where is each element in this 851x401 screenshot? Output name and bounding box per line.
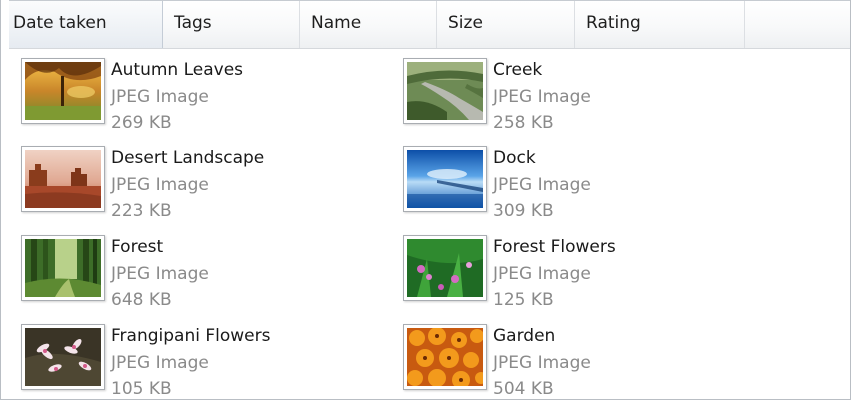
file-name: Garden (493, 326, 556, 346)
autumn-leaves-thumbnail (21, 58, 105, 124)
garden-thumbnail (403, 324, 487, 390)
creek-thumbnail (403, 58, 487, 124)
column-header-date-taken[interactable]: Date taken (9, 1, 163, 48)
file-name: Creek (493, 60, 543, 80)
file-size: 504 KB (493, 379, 554, 399)
file-size: 223 KB (111, 201, 172, 221)
file-type: JPEG Image (493, 175, 591, 195)
forest-thumbnail (21, 235, 105, 301)
file-tiles: Autumn Leaves JPEG Image 269 KB Creek JP… (1, 48, 850, 400)
column-header-bar: Date taken Tags Name Size Rating (9, 0, 850, 49)
column-header-tags[interactable]: Tags (163, 1, 300, 48)
file-item[interactable]: Dock JPEG Image 309 KB (393, 138, 693, 222)
file-item[interactable]: Forest JPEG Image 648 KB (11, 227, 311, 311)
file-item[interactable]: Desert Landscape JPEG Image 223 KB (11, 138, 311, 222)
column-header-name[interactable]: Name (300, 1, 437, 48)
file-type: JPEG Image (111, 264, 209, 284)
file-name: Desert Landscape (111, 148, 265, 168)
file-name: Autumn Leaves (111, 60, 244, 80)
file-item[interactable]: Frangipani Flowers JPEG Image 105 KB (11, 316, 311, 400)
file-type: JPEG Image (493, 87, 591, 107)
file-item[interactable]: Creek JPEG Image 258 KB (393, 50, 693, 134)
frangipani-flowers-thumbnail (21, 324, 105, 390)
file-item[interactable]: Forest Flowers JPEG Image 125 KB (393, 227, 693, 311)
file-type: JPEG Image (111, 175, 209, 195)
column-header-filler (745, 1, 850, 48)
file-item[interactable]: Garden JPEG Image 504 KB (393, 316, 693, 400)
file-item[interactable]: Autumn Leaves JPEG Image 269 KB (11, 50, 311, 134)
column-header-rating[interactable]: Rating (575, 1, 745, 48)
file-size: 105 KB (111, 379, 172, 399)
column-header-size[interactable]: Size (437, 1, 575, 48)
file-list-pane: Date taken Tags Name Size Rating Autumn … (0, 0, 851, 400)
file-size: 125 KB (493, 290, 554, 310)
desert-landscape-thumbnail (21, 146, 105, 212)
file-size: 258 KB (493, 113, 554, 133)
file-size: 269 KB (111, 113, 172, 133)
file-type: JPEG Image (111, 353, 209, 373)
file-type: JPEG Image (111, 87, 209, 107)
forest-flowers-thumbnail (403, 235, 487, 301)
file-type: JPEG Image (493, 353, 591, 373)
file-name: Dock (493, 148, 536, 168)
file-name: Forest Flowers (493, 237, 616, 257)
file-name: Frangipani Flowers (111, 326, 271, 346)
dock-thumbnail (403, 146, 487, 212)
file-type: JPEG Image (493, 264, 591, 284)
file-size: 648 KB (111, 290, 172, 310)
file-name: Forest (111, 237, 164, 257)
file-size: 309 KB (493, 201, 554, 221)
